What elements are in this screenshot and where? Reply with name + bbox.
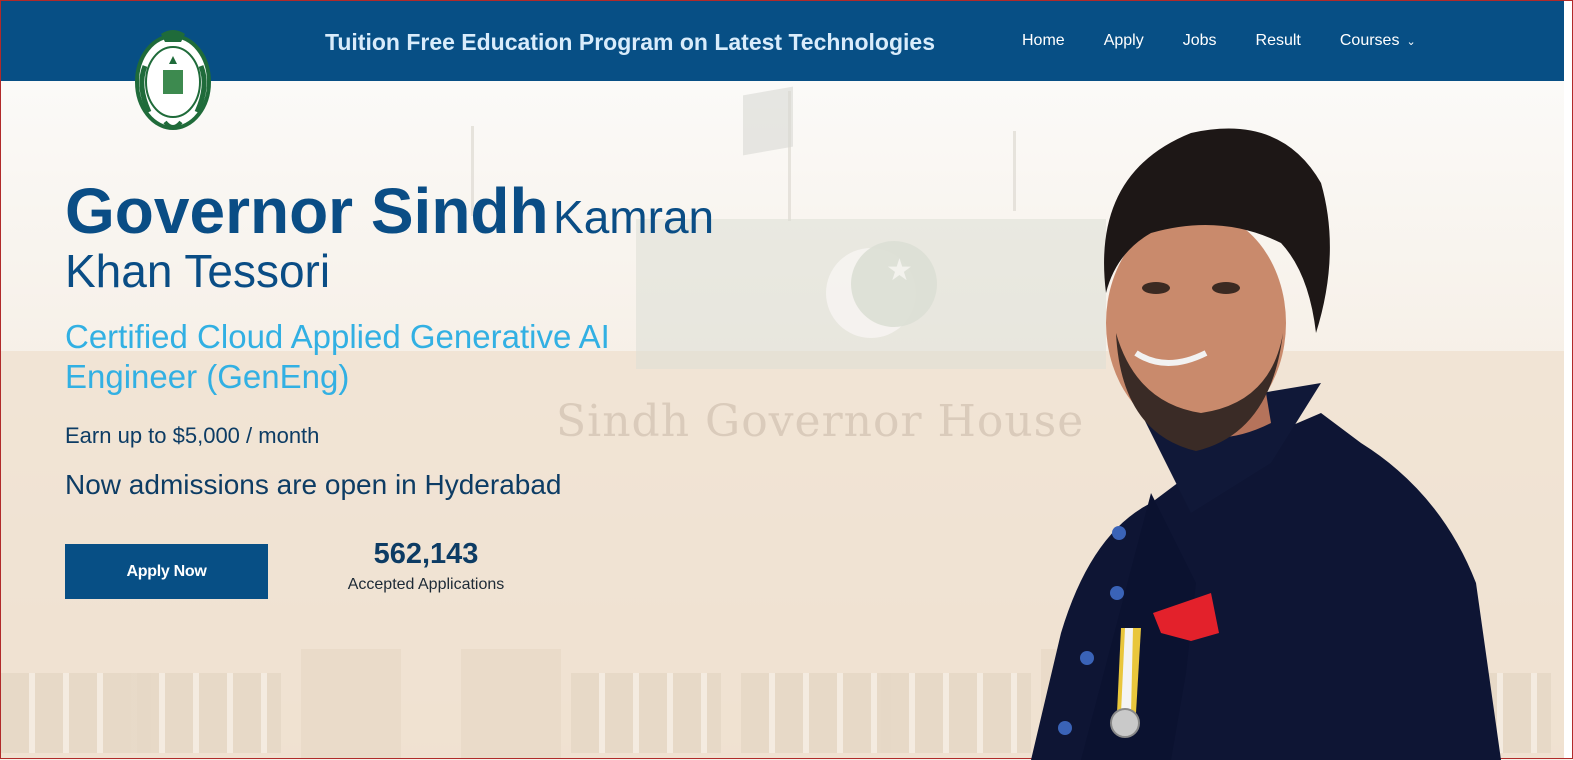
governor-portrait	[1031, 128, 1501, 760]
background-flag	[743, 86, 793, 156]
background-star-icon: ★	[886, 254, 913, 287]
nav-apply[interactable]: Apply	[1104, 32, 1144, 50]
background-window	[131, 673, 281, 753]
background-window	[741, 673, 891, 753]
applications-stat: 562,143 Accepted Applications	[326, 538, 526, 594]
nav-result[interactable]: Result	[1256, 32, 1301, 50]
earn-text: Earn up to $5,000 / month	[65, 423, 320, 448]
admission-text: Now admissions are open in Hyderabad	[65, 469, 562, 500]
header-title: Tuition Free Education Program on Latest…	[325, 29, 935, 55]
sindh-governor-emblem-logo[interactable]	[131, 26, 215, 136]
stat-value: 562,143	[373, 538, 479, 570]
heading-title: Governor Sindh	[65, 175, 549, 247]
page-edge	[1564, 1, 1572, 758]
chevron-down-icon: ⌄	[1406, 35, 1416, 48]
background-window	[881, 673, 1031, 753]
stat-label: Accepted Applications	[347, 576, 505, 593]
heading-name-part2: Khan Tessori	[65, 245, 331, 297]
hero-heading: Governor Sindh Kamran	[65, 179, 765, 243]
background-window	[571, 673, 721, 753]
heading-name-part1: Kamran	[553, 191, 715, 243]
program-subtitle: Certified Cloud Applied Generative AI En…	[65, 318, 610, 395]
nav-home[interactable]: Home	[1022, 32, 1065, 50]
background-sign-text: Sindh Governor House	[556, 396, 1085, 447]
nav-courses[interactable]: Courses ⌄	[1340, 32, 1416, 50]
main-nav: Home Apply Jobs Result Courses ⌄	[1022, 32, 1455, 50]
nav-courses-label: Courses	[1339, 32, 1400, 49]
background-window	[1, 673, 151, 753]
apply-now-button[interactable]: Apply Now	[65, 544, 268, 599]
top-header: Tuition Free Education Program on Latest…	[1, 1, 1564, 81]
nav-jobs[interactable]: Jobs	[1183, 32, 1217, 50]
background-lamppost	[1013, 131, 1016, 211]
